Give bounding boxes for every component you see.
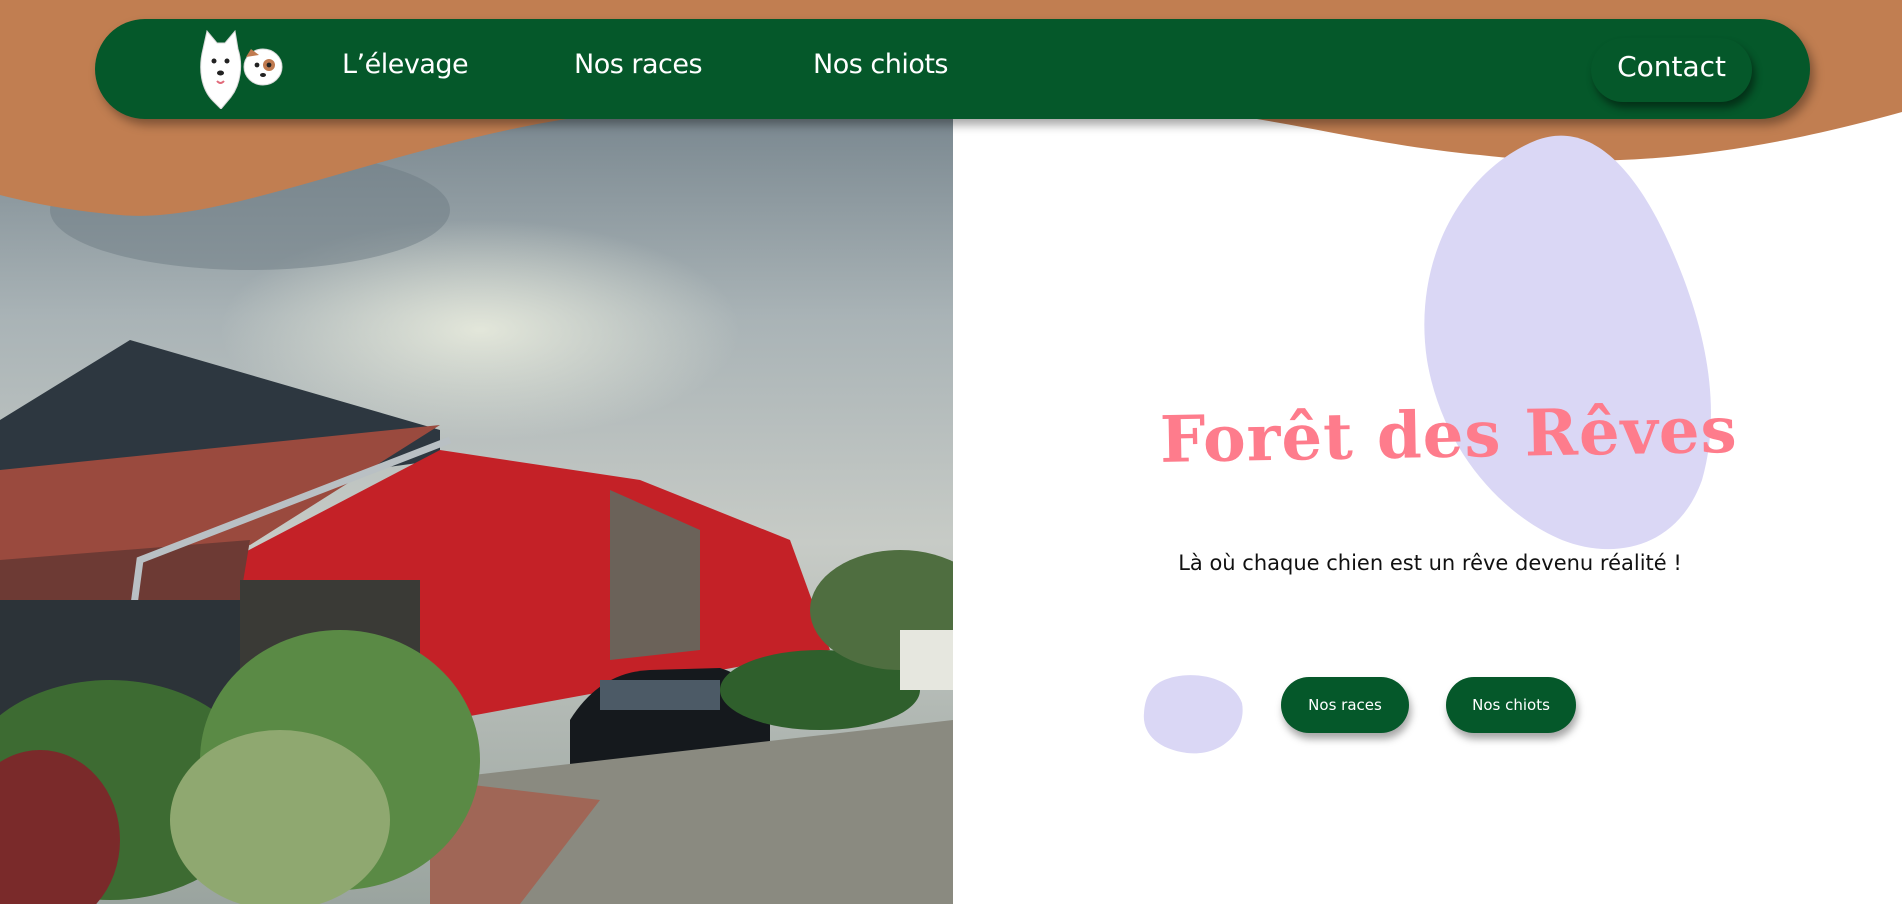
nav-link-nos-races[interactable]: Nos races: [574, 49, 703, 80]
nav-link-nos-chiots[interactable]: Nos chiots: [813, 49, 949, 80]
hero-tagline: Là où chaque chien est un rêve devenu ré…: [1178, 551, 1682, 575]
cta-nos-races-button[interactable]: Nos races: [1281, 677, 1409, 733]
logo-dogs-icon[interactable]: [193, 29, 283, 110]
main-navbar: L’élevage Nos races Nos chiots Contact: [95, 19, 1810, 119]
hero-title: Forêt des Rêves: [1159, 392, 1739, 478]
contact-button[interactable]: Contact: [1591, 38, 1752, 102]
hero-photo: [0, 0, 953, 904]
decor-blob-large: [1424, 135, 1711, 550]
decor-blob-small: [1143, 675, 1243, 754]
nav-link-elevage[interactable]: L’élevage: [342, 49, 469, 80]
cta-nos-chiots-button[interactable]: Nos chiots: [1446, 677, 1576, 733]
